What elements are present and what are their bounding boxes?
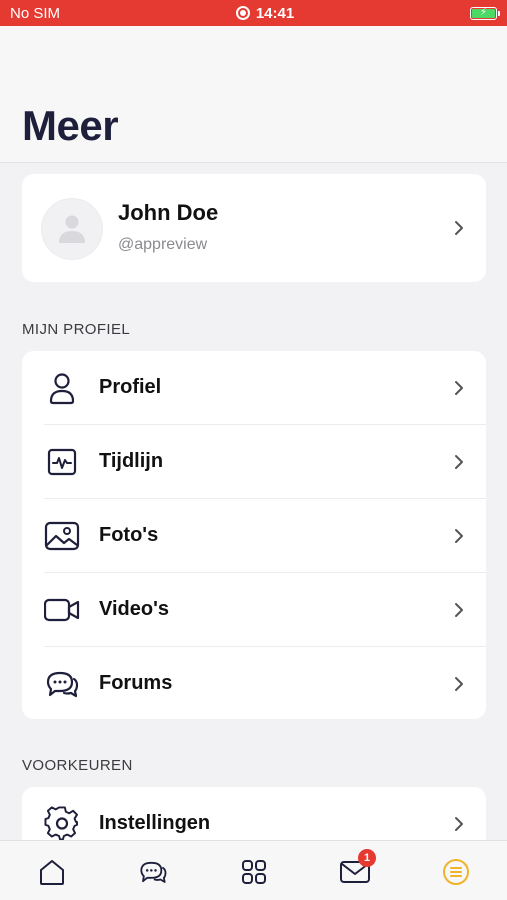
menu-icon: [443, 859, 469, 885]
tab-messages[interactable]: 1: [338, 849, 376, 889]
tab-forums[interactable]: [136, 855, 170, 889]
tab-more[interactable]: [439, 855, 473, 889]
chat-icon: [46, 671, 79, 698]
status-bar: No SIM 14:41 ⚡: [0, 0, 507, 26]
tab-home[interactable]: [35, 855, 69, 889]
carrier-label: No SIM: [10, 4, 61, 22]
menu-item-tijdlijn[interactable]: Tijdlijn: [22, 425, 486, 499]
gear-icon: [44, 806, 78, 841]
image-icon: [44, 521, 80, 551]
clock: 14:41: [255, 4, 295, 22]
page-title: Meer: [22, 102, 119, 149]
section-label-preferences: VOORKEUREN: [22, 757, 133, 774]
chevron-right-icon: [455, 221, 463, 235]
menu-item-profiel[interactable]: Profiel: [22, 351, 486, 425]
menu-item-label: Video's: [99, 598, 169, 620]
menu-item-label: Forums: [99, 672, 173, 694]
battery-icon: ⚡: [469, 6, 500, 20]
user-icon: [49, 373, 75, 405]
profile-card[interactable]: John Doe @appreview: [22, 174, 486, 282]
tab-bar: 1: [0, 840, 507, 900]
menu-item-fotos[interactable]: Foto's: [22, 499, 486, 573]
avatar-placeholder-icon: [59, 215, 85, 243]
page-header: Meer: [0, 26, 507, 163]
video-icon: [44, 598, 80, 622]
chevron-right-icon: [455, 677, 463, 691]
profile-name: John Doe: [118, 200, 219, 225]
menu-item-label: Foto's: [99, 524, 159, 546]
menu-item-forums[interactable]: Forums: [22, 647, 486, 721]
grid-icon: [242, 860, 266, 884]
tab-apps[interactable]: [237, 855, 271, 889]
menu-item-videos[interactable]: Video's: [22, 573, 486, 647]
menu-item-label: Instellingen: [99, 812, 211, 834]
chevron-right-icon: [455, 603, 463, 617]
preferences-menu: Instellingen: [22, 787, 486, 847]
home-icon: [40, 860, 64, 885]
chevron-right-icon: [455, 529, 463, 543]
menu-item-label: Tijdlijn: [99, 450, 164, 472]
menu-item-label: Profiel: [99, 376, 162, 398]
unread-badge: 1: [358, 849, 376, 867]
chevron-right-icon: [455, 817, 463, 831]
activity-icon: [47, 448, 77, 476]
avatar: [41, 198, 103, 260]
status-center: 14:41: [235, 4, 295, 22]
profile-handle: @appreview: [118, 236, 208, 253]
recording-icon: [235, 6, 250, 20]
chat-icon: [140, 861, 167, 883]
profile-menu: Profiel Tijdlijn Foto's Video's Forums: [22, 351, 486, 719]
chevron-right-icon: [455, 455, 463, 469]
chevron-right-icon: [455, 381, 463, 395]
section-label-profile: MIJN PROFIEL: [22, 321, 131, 338]
